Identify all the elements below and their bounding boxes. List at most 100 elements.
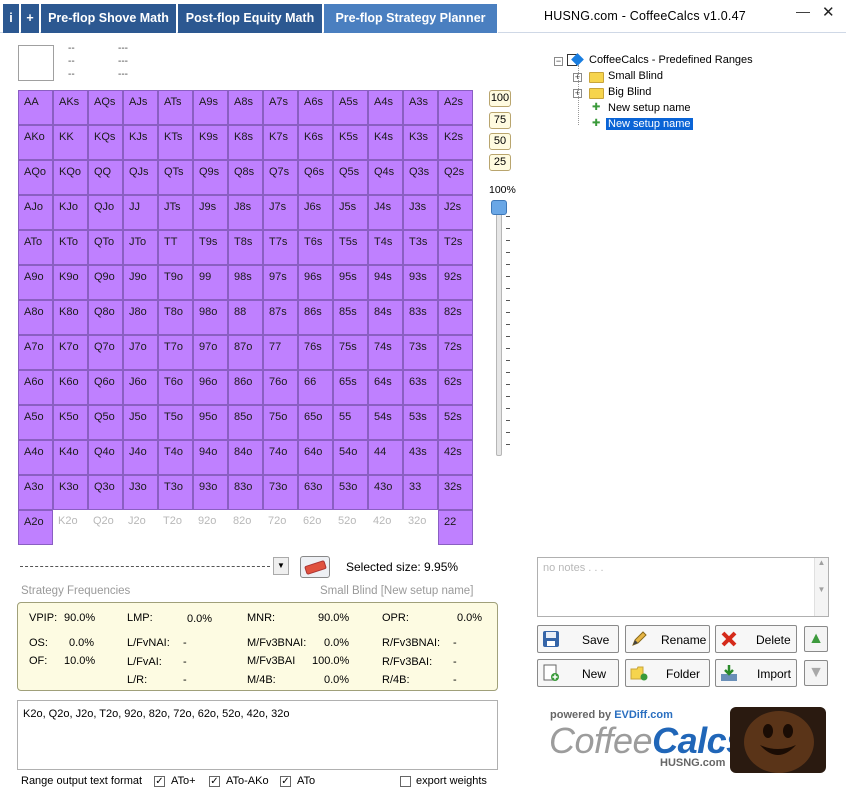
hand-cell-33[interactable]: 33 <box>403 475 438 510</box>
checkbox-export-weights[interactable] <box>400 776 411 787</box>
hand-cell-t4o[interactable]: T4o <box>158 440 193 475</box>
hand-cell-j4o[interactable]: J4o <box>123 440 158 475</box>
hand-cell-t6s[interactable]: T6s <box>298 230 333 265</box>
hand-cell-a6o[interactable]: A6o <box>18 370 53 405</box>
hand-cell-a5o[interactable]: A5o <box>18 405 53 440</box>
weight-slider-track[interactable] <box>496 206 502 456</box>
hand-cell-k6s[interactable]: K6s <box>298 125 333 160</box>
hand-cell-64s[interactable]: 64s <box>368 370 403 405</box>
hand-cell-k7s[interactable]: K7s <box>263 125 298 160</box>
hand-cell-t3o[interactable]: T3o <box>158 475 193 510</box>
hand-cell-63o[interactable]: 63o <box>298 475 333 510</box>
hand-cell-76s[interactable]: 76s <box>298 335 333 370</box>
hand-cell-jj[interactable]: JJ <box>123 195 158 230</box>
hand-cell-t5o[interactable]: T5o <box>158 405 193 440</box>
hand-cell-65o[interactable]: 65o <box>298 405 333 440</box>
hand-cell-k6o[interactable]: K6o <box>53 370 88 405</box>
hand-cell-q8s[interactable]: Q8s <box>228 160 263 195</box>
hand-cell-84o[interactable]: 84o <box>228 440 263 475</box>
hand-cell-j9s[interactable]: J9s <box>193 195 228 230</box>
hand-cell-85o[interactable]: 85o <box>228 405 263 440</box>
hand-cell-q3o[interactable]: Q3o <box>88 475 123 510</box>
hand-cell-q5s[interactable]: Q5s <box>333 160 368 195</box>
hand-cell-qjs[interactable]: QJs <box>123 160 158 195</box>
hand-cell-95s[interactable]: 95s <box>333 265 368 300</box>
save-button[interactable]: Save <box>537 625 619 653</box>
notes-textarea[interactable]: no notes . . . ▲ ▼ <box>537 557 829 617</box>
hand-cell-j8o[interactable]: J8o <box>123 300 158 335</box>
hand-cell-j2o[interactable]: J2o <box>123 510 158 545</box>
hand-cell-k7o[interactable]: K7o <box>53 335 88 370</box>
tree-item-setup[interactable]: New setup name <box>608 102 691 114</box>
hand-cell-k8s[interactable]: K8s <box>228 125 263 160</box>
hand-cell-q8o[interactable]: Q8o <box>88 300 123 335</box>
hand-cell-a6s[interactable]: A6s <box>298 90 333 125</box>
hand-cell-92o[interactable]: 92o <box>193 510 228 545</box>
hand-cell-t8o[interactable]: T8o <box>158 300 193 335</box>
tree-root-label[interactable]: CoffeeCalcs - Predefined Ranges <box>589 54 753 66</box>
hand-cell-j4s[interactable]: J4s <box>368 195 403 230</box>
hand-cell-62s[interactable]: 62s <box>438 370 473 405</box>
hand-cell-q9o[interactable]: Q9o <box>88 265 123 300</box>
hand-cell-52o[interactable]: 52o <box>333 510 368 545</box>
hand-cell-86o[interactable]: 86o <box>228 370 263 405</box>
hand-cell-k8o[interactable]: K8o <box>53 300 88 335</box>
hand-cell-q5o[interactable]: Q5o <box>88 405 123 440</box>
hand-cell-qjo[interactable]: QJo <box>88 195 123 230</box>
hand-cell-43s[interactable]: 43s <box>403 440 438 475</box>
import-button[interactable]: Import <box>715 659 797 687</box>
delete-button[interactable]: Delete <box>715 625 797 653</box>
hand-cell-aks[interactable]: AKs <box>53 90 88 125</box>
hand-cell-t9o[interactable]: T9o <box>158 265 193 300</box>
hand-cell-99[interactable]: 99 <box>193 265 228 300</box>
hand-cell-55[interactable]: 55 <box>333 405 368 440</box>
hand-cell-k9o[interactable]: K9o <box>53 265 88 300</box>
hand-cell-ajs[interactable]: AJs <box>123 90 158 125</box>
hand-cell-q6o[interactable]: Q6o <box>88 370 123 405</box>
hand-cell-t7o[interactable]: T7o <box>158 335 193 370</box>
hand-cell-97s[interactable]: 97s <box>263 265 298 300</box>
weight-slider-thumb[interactable] <box>491 200 507 215</box>
hand-cell-q6s[interactable]: Q6s <box>298 160 333 195</box>
add-tab[interactable]: + <box>21 4 40 33</box>
hand-cell-j9o[interactable]: J9o <box>123 265 158 300</box>
hand-cell-a4o[interactable]: A4o <box>18 440 53 475</box>
hand-cell-t8s[interactable]: T8s <box>228 230 263 265</box>
checkbox-ato[interactable]: ✓ <box>280 776 291 787</box>
hand-cell-74o[interactable]: 74o <box>263 440 298 475</box>
collapse-icon[interactable]: − <box>554 57 563 66</box>
hand-cell-j7o[interactable]: J7o <box>123 335 158 370</box>
hand-cell-t6o[interactable]: T6o <box>158 370 193 405</box>
hand-cell-k5o[interactable]: K5o <box>53 405 88 440</box>
notes-scrollbar[interactable]: ▲ ▼ <box>814 558 828 616</box>
hand-cell-94s[interactable]: 94s <box>368 265 403 300</box>
hand-cell-98s[interactable]: 98s <box>228 265 263 300</box>
hand-cell-t2o[interactable]: T2o <box>158 510 193 545</box>
hand-cell-96s[interactable]: 96s <box>298 265 333 300</box>
hand-cell-82o[interactable]: 82o <box>228 510 263 545</box>
hand-cell-32s[interactable]: 32s <box>438 475 473 510</box>
tab-postflop-equity-math[interactable]: Post-flop Equity Math <box>178 4 323 33</box>
tab-preflop-strategy-planner[interactable]: Pre-flop Strategy Planner <box>324 4 498 33</box>
hand-cell-a4s[interactable]: A4s <box>368 90 403 125</box>
hand-cell-j3o[interactable]: J3o <box>123 475 158 510</box>
hand-cell-a3o[interactable]: A3o <box>18 475 53 510</box>
hand-cell-86s[interactable]: 86s <box>298 300 333 335</box>
hand-cell-ajo[interactable]: AJo <box>18 195 53 230</box>
hand-cell-jto[interactable]: JTo <box>123 230 158 265</box>
percent-50-button[interactable]: 50 <box>489 133 511 150</box>
hand-cell-95o[interactable]: 95o <box>193 405 228 440</box>
rename-button[interactable]: Rename <box>625 625 710 653</box>
percent-25-button[interactable]: 25 <box>489 154 511 171</box>
hand-cell-98o[interactable]: 98o <box>193 300 228 335</box>
hand-cell-65s[interactable]: 65s <box>333 370 368 405</box>
hand-cell-53s[interactable]: 53s <box>403 405 438 440</box>
tree-item-small-blind[interactable]: Small Blind <box>608 70 663 82</box>
hand-cell-k9s[interactable]: K9s <box>193 125 228 160</box>
info-tab[interactable]: i <box>3 4 20 33</box>
hand-cell-52s[interactable]: 52s <box>438 405 473 440</box>
hand-cell-aqo[interactable]: AQo <box>18 160 53 195</box>
hand-cell-k4s[interactable]: K4s <box>368 125 403 160</box>
hand-cell-q2o[interactable]: Q2o <box>88 510 123 545</box>
hand-cell-aqs[interactable]: AQs <box>88 90 123 125</box>
